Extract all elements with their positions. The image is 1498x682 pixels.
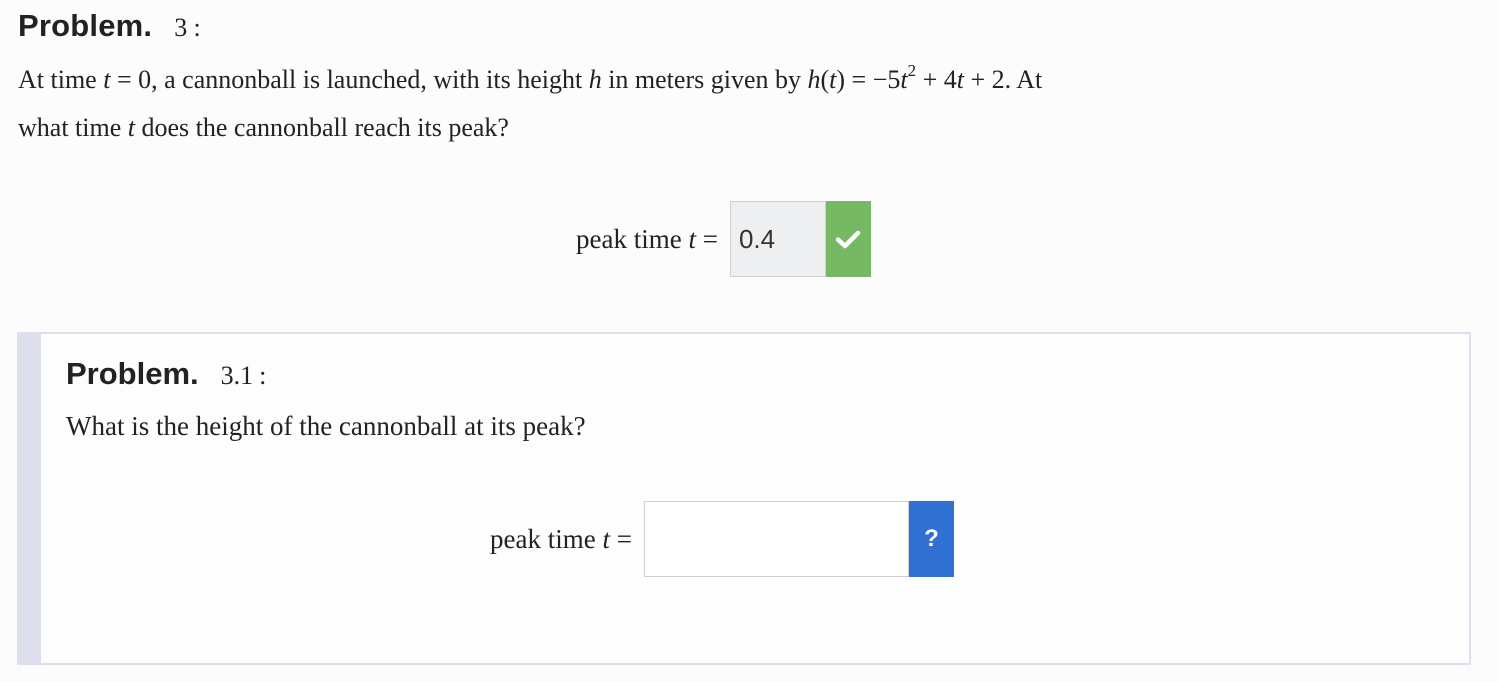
question-mark-icon: ? — [924, 525, 939, 552]
subproblem-answer-input[interactable] — [643, 501, 909, 577]
problem-colon: : — [193, 13, 201, 42]
subproblem-label: Problem. — [66, 356, 199, 391]
problem-statement-line-1: At time t = 0, a cannonball is launched,… — [18, 56, 1458, 104]
subproblem-side-bar — [19, 334, 41, 663]
help-button[interactable]: ? — [908, 501, 954, 577]
answer-value: 0.4 — [738, 223, 776, 254]
math-var-t: t — [956, 65, 965, 94]
math-var-h: h — [588, 65, 602, 94]
math-var-t: t — [127, 113, 135, 142]
subproblem-number: 3.1 — [220, 361, 254, 390]
subproblem-title: Problem. 3.1 : — [66, 356, 266, 392]
subproblem-panel: Problem. 3.1 : What is the height of the… — [17, 332, 1471, 665]
statement-text: At time — [18, 65, 104, 94]
answer-row: peak time t = 0.4 — [576, 201, 871, 277]
problem-label: Problem. — [18, 8, 153, 43]
answer-label-equals: = — [609, 523, 632, 554]
statement-text: in meters given by — [601, 65, 808, 94]
subproblem-colon: : — [259, 361, 267, 390]
problem-title: Problem. 3 : — [18, 8, 201, 48]
math-var-t: t — [688, 223, 696, 254]
statement-text: what time — [18, 113, 128, 142]
answer-label-equals: = — [695, 223, 718, 254]
subproblem-statement: What is the height of the cannonball at … — [66, 411, 586, 441]
statement-text: + 4 — [916, 65, 957, 94]
answer-input[interactable]: 0.4 — [729, 201, 826, 277]
math-var-t: t — [602, 523, 610, 554]
answer-label-text: peak time — [576, 223, 689, 254]
problem-statement: At time t = 0, a cannonball is launched,… — [18, 56, 1458, 152]
subproblem-answer-label: peak time t = — [490, 524, 632, 555]
answer-label-text: peak time — [490, 523, 603, 554]
statement-text: does the cannonball reach its peak? — [135, 113, 509, 142]
statement-text: ) = −5 — [836, 65, 901, 94]
math-exponent: 2 — [907, 61, 917, 80]
statement-text: ( — [820, 65, 830, 94]
statement-text: + 2. At — [964, 65, 1043, 94]
math-var-h: h — [807, 65, 821, 94]
checkmark-icon — [836, 230, 861, 249]
subproblem-answer-row: peak time t = ? — [490, 501, 954, 577]
problem-number: 3 — [174, 13, 188, 42]
math-var-t: t — [900, 65, 908, 94]
correct-status-badge — [825, 201, 871, 277]
problem-statement-line-2: what time t does the cannonball reach it… — [18, 104, 1458, 152]
answer-label: peak time t = — [576, 224, 718, 255]
statement-text: = 0, a cannonball is launched, with its … — [110, 65, 589, 94]
